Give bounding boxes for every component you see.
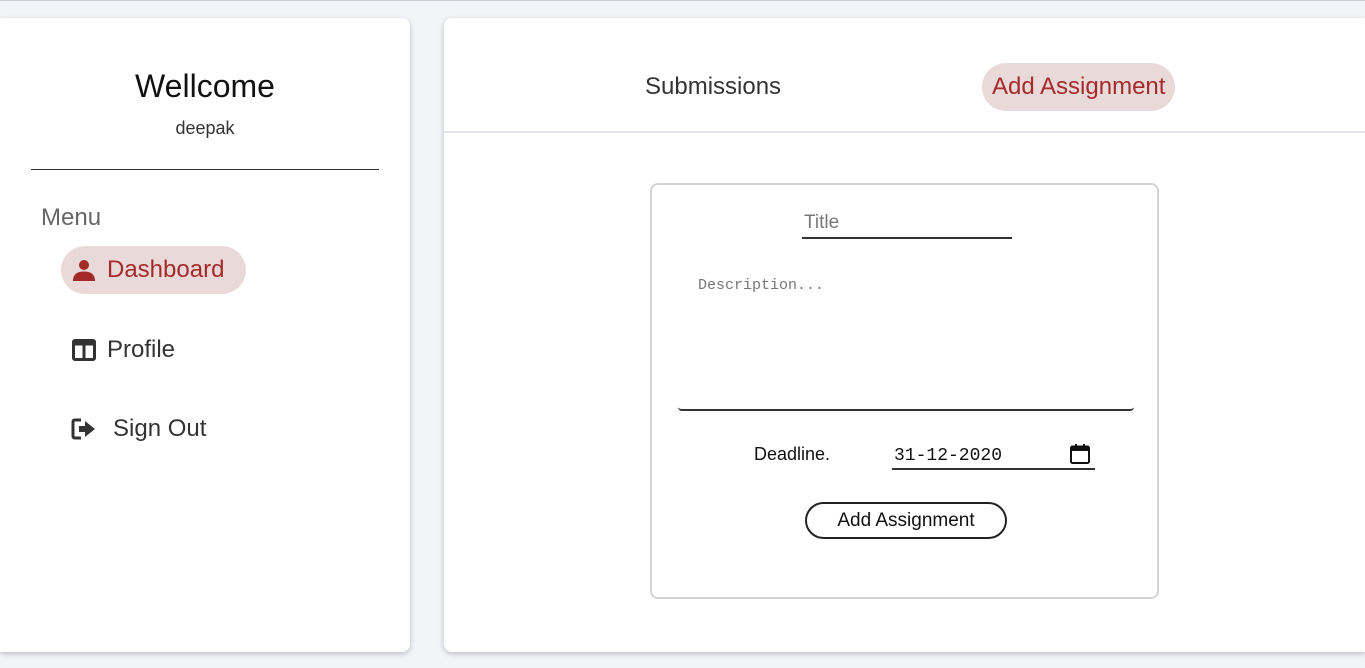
layout-panel-icon: [70, 336, 98, 364]
tab-add-assignment[interactable]: Add Assignment: [982, 63, 1176, 111]
sidebar-item-sign-out[interactable]: Sign Out: [61, 405, 228, 453]
sidebar-item-label: Profile: [107, 336, 176, 363]
description-input[interactable]: [678, 273, 1134, 411]
calendar-icon[interactable]: [1069, 443, 1091, 465]
deadline-label: Deadline.: [754, 444, 831, 464]
menu-title: Menu: [41, 204, 102, 231]
title-input[interactable]: [802, 209, 1012, 239]
sidebar-item-label: Sign Out: [113, 415, 207, 442]
username: deepak: [175, 118, 235, 138]
deadline-date-input[interactable]: 31-12-2020: [892, 441, 1095, 470]
sidebar-divider: [31, 169, 379, 170]
sign-out-icon: [70, 415, 98, 443]
top-border: [0, 0, 1365, 1]
sidebar: Wellcome deepak Menu Dashboard Profile S…: [0, 18, 410, 652]
add-assignment-form: Deadline. 31-12-2020 Add Assignment: [650, 183, 1159, 599]
main-panel: Submissions Add Assignment Deadline. 31-…: [444, 18, 1365, 652]
tab-submissions[interactable]: Submissions: [635, 63, 791, 111]
add-assignment-button[interactable]: Add Assignment: [805, 502, 1007, 539]
sidebar-item-label: Dashboard: [107, 256, 225, 283]
sidebar-item-profile[interactable]: Profile: [61, 326, 197, 374]
sidebar-item-dashboard[interactable]: Dashboard: [61, 246, 247, 294]
user-icon: [70, 256, 98, 284]
welcome-heading: Wellcome: [135, 68, 275, 104]
deadline-date-value: 31-12-2020: [894, 446, 1003, 466]
tab-bar: Submissions Add Assignment: [444, 18, 1365, 133]
